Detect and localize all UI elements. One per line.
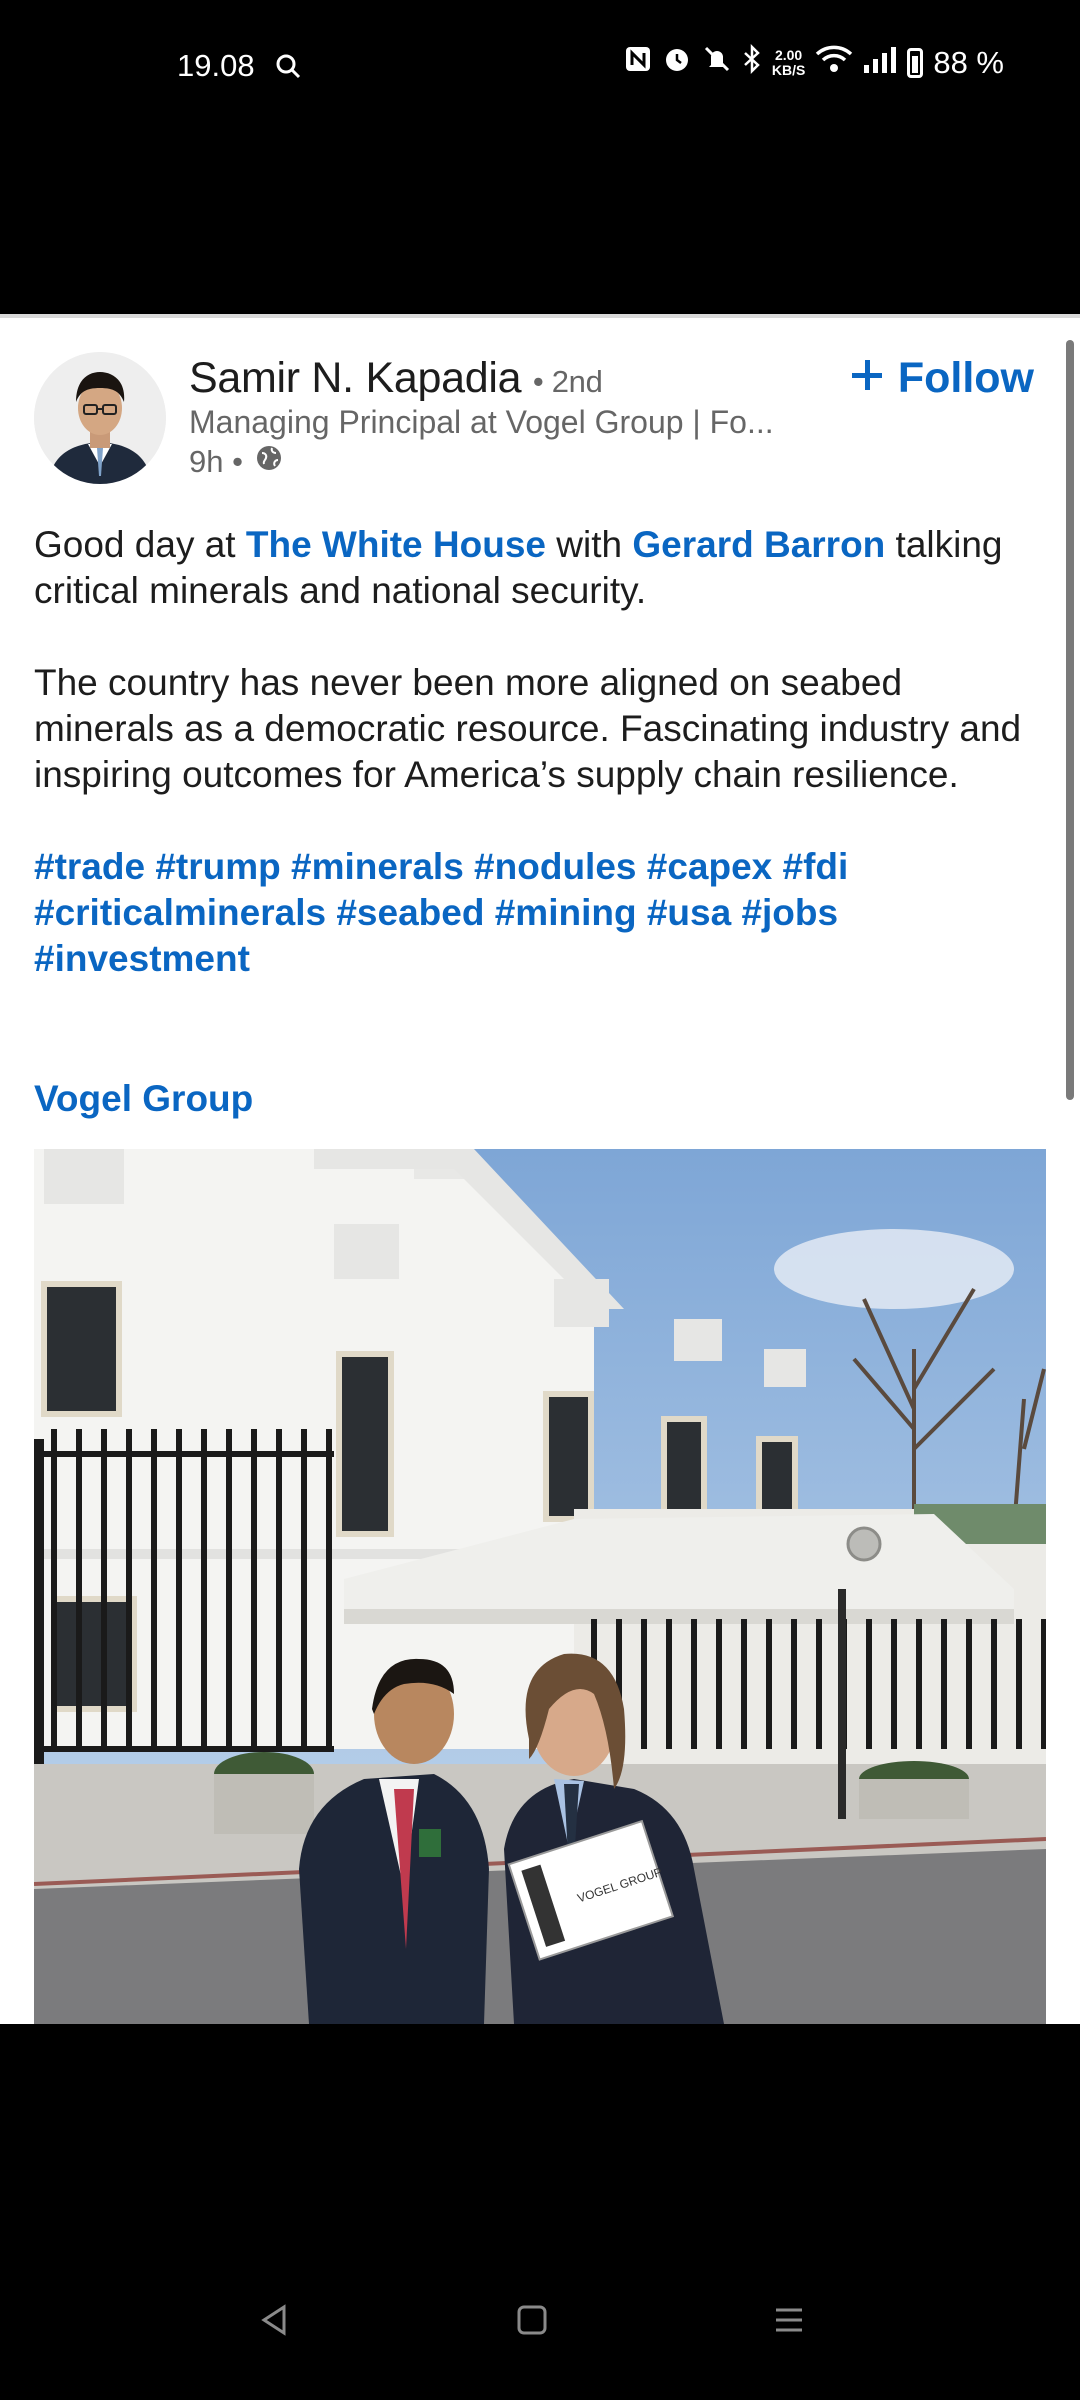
author-headline: Managing Principal at Vogel Group | Fo..… xyxy=(189,404,774,440)
status-icons: 2.00 KB/S 88 % xyxy=(624,43,1004,82)
alarm-icon xyxy=(662,44,692,82)
post-card: Samir N. Kapadia • 2nd Managing Principa… xyxy=(0,314,1080,2024)
post-time: 9h • xyxy=(189,444,243,479)
network-speed: 2.00 KB/S xyxy=(772,48,805,78)
avatar[interactable] xyxy=(34,352,166,484)
follow-label: Follow xyxy=(897,354,1034,402)
company-mention[interactable]: Vogel Group xyxy=(34,1078,253,1120)
post-body: Good day at The White House with Gerard … xyxy=(34,522,1044,1028)
connection-degree: • 2nd xyxy=(532,364,603,399)
battery-icon xyxy=(907,48,924,78)
recents-icon[interactable] xyxy=(759,2290,819,2350)
author-name[interactable]: Samir N. Kapadia • 2nd xyxy=(189,354,603,403)
system-nav-bar xyxy=(0,2260,1080,2400)
network-speed-unit: KB/S xyxy=(771,62,806,78)
wifi-icon xyxy=(815,44,853,82)
bluetooth-icon xyxy=(742,43,762,82)
home-icon[interactable] xyxy=(502,2290,562,2350)
status-time: 19.08 xyxy=(177,48,255,83)
post-paragraph-1: Good day at The White House with Gerard … xyxy=(34,522,1044,614)
back-icon[interactable] xyxy=(245,2290,305,2350)
network-speed-value: 2.00 xyxy=(774,47,803,63)
follow-button[interactable]: Follow xyxy=(850,354,1034,403)
search-icon xyxy=(275,53,301,84)
plus-icon xyxy=(850,354,884,403)
post-meta: 9h • xyxy=(189,444,283,480)
globe-icon xyxy=(255,444,283,480)
sheet-divider xyxy=(0,314,1080,318)
post-photo[interactable]: VOGEL GROUP xyxy=(34,1149,1046,2024)
signal-icon xyxy=(863,45,897,81)
mute-icon xyxy=(702,44,732,82)
nfc-icon xyxy=(624,45,652,81)
battery-percent: 88 % xyxy=(933,45,1004,80)
author-name-text[interactable]: Samir N. Kapadia xyxy=(189,354,521,402)
p1-text-a: Good day at xyxy=(34,524,246,565)
post-paragraph-2: The country has never been more aligned … xyxy=(34,662,1022,795)
p1-text-b: with xyxy=(546,524,633,565)
scrollbar[interactable] xyxy=(1066,340,1074,1100)
hashtags[interactable]: #trade #trump #minerals #nodules #capex … xyxy=(34,844,1044,982)
mention-gerard-barron[interactable]: Gerard Barron xyxy=(632,524,885,565)
status-bar: 19.08 2.00 KB/S 88 % xyxy=(0,0,1080,140)
mention-white-house[interactable]: The White House xyxy=(246,524,546,565)
